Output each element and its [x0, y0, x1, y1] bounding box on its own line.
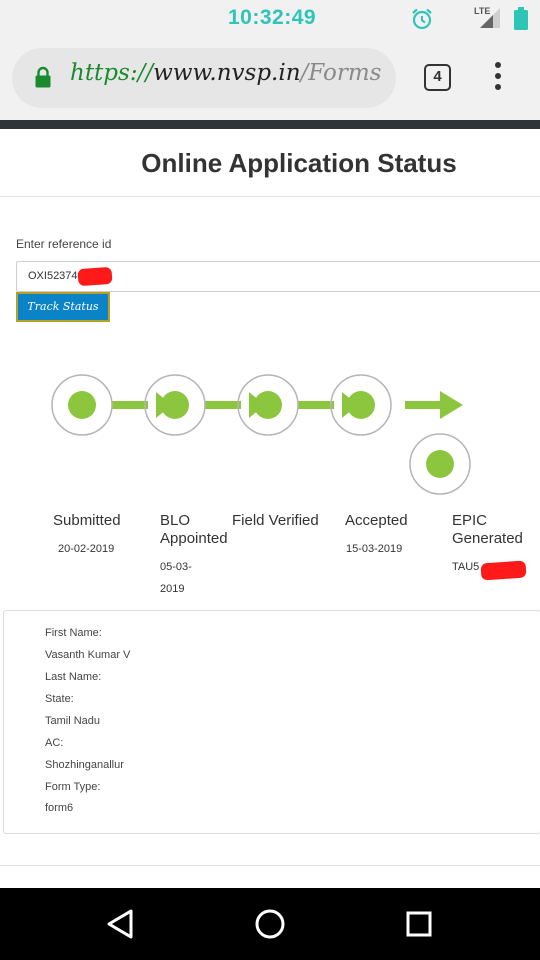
url-path: /Forms: [300, 60, 382, 86]
step-label: Accepted: [345, 512, 408, 529]
url-host: www.nvsp.in: [153, 60, 301, 86]
state-value: Tamil Nadu: [45, 715, 101, 727]
ac-value: Shozhinganallur: [45, 759, 124, 771]
step-label: Field Verified: [232, 512, 319, 529]
step-node-accepted: [330, 374, 392, 436]
page-header-stripe: [0, 120, 540, 129]
status-time: 10:32:49: [228, 6, 317, 29]
step-node-field-verified: [237, 374, 299, 436]
step-label: Submitted: [53, 512, 121, 529]
connector-1: [112, 401, 148, 409]
step-node-blo-appointed: [144, 374, 206, 436]
lock-icon: [35, 66, 51, 88]
form-type-value: form6: [45, 802, 74, 814]
step-node-submitted: [51, 374, 113, 436]
browser-toolbar: https://www.nvsp.in/Forms 4: [0, 38, 540, 120]
url-text: https://www.nvsp.in/Forms: [70, 60, 381, 86]
first-name-value: Vasanth Kumar V: [45, 649, 131, 661]
alarm-icon: [412, 8, 432, 30]
url-scheme: https://: [70, 60, 154, 86]
step-label: BLO Appointed: [160, 512, 228, 547]
step-date: 05-03-2019: [160, 561, 192, 595]
track-status-button[interactable]: Track Status: [16, 292, 110, 322]
last-name-label: Last Name:: [45, 671, 102, 683]
redaction-mark: [480, 560, 527, 581]
battery-icon: [514, 7, 528, 30]
divider: [0, 196, 540, 197]
signal-icon: [480, 8, 500, 28]
step-label: EPIC Generated: [452, 512, 523, 547]
home-icon[interactable]: [255, 909, 285, 939]
tabs-icon[interactable]: 4: [424, 64, 451, 91]
divider: [0, 865, 540, 866]
overflow-menu-icon[interactable]: [488, 62, 508, 94]
address-bar[interactable]: https://www.nvsp.in/Forms: [12, 48, 396, 108]
reference-id-label: Enter reference id: [16, 237, 112, 251]
step-date: 15-03-2019: [346, 543, 403, 555]
applicant-details-card: First Name: Vasanth Kumar V Last Name: S…: [3, 610, 540, 834]
final-arrow: [405, 391, 463, 419]
page-title: Online Application Status: [141, 148, 457, 178]
ac-label: AC:: [45, 737, 64, 749]
connector-3: [298, 401, 334, 409]
status-bar: 10:32:49 LTE: [0, 0, 540, 38]
status-tracker: [0, 360, 540, 510]
step-date: 20-02-2019: [58, 543, 115, 555]
epic-number: TAU5: [452, 561, 480, 573]
step-node-epic-generated: [409, 433, 471, 495]
first-name-label: First Name:: [45, 627, 102, 639]
state-label: State:: [45, 693, 74, 705]
form-type-label: Form Type:: [45, 781, 101, 793]
recents-icon[interactable]: [406, 911, 432, 937]
system-nav-bar: [0, 888, 540, 960]
back-icon[interactable]: [107, 909, 133, 939]
tracker-graphic: [51, 374, 471, 495]
redaction-mark: [77, 266, 113, 287]
connector-2: [205, 401, 241, 409]
